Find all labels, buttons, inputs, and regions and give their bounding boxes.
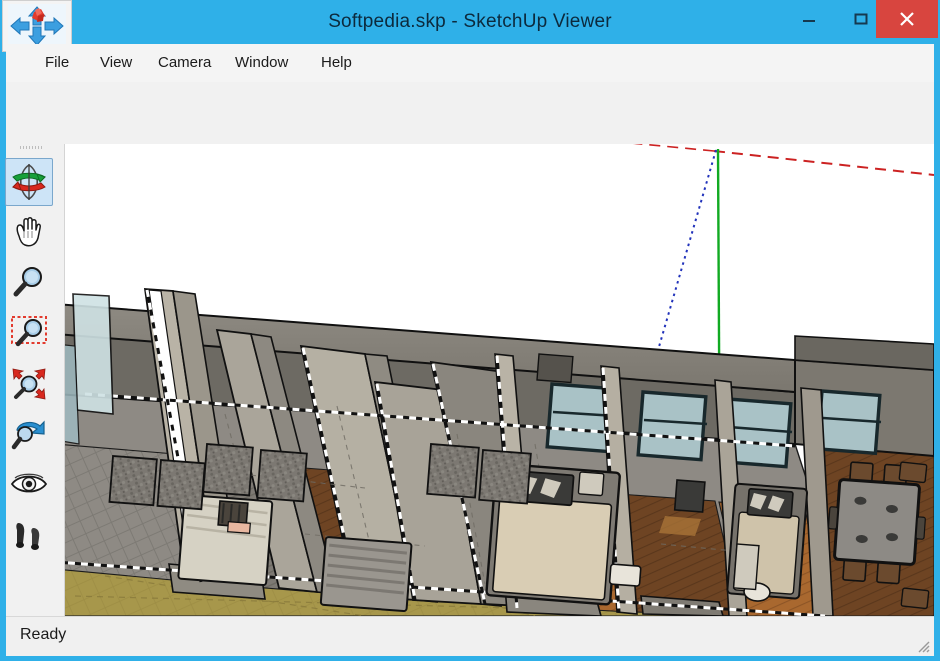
zoom-icon <box>13 267 42 297</box>
status-message: Ready <box>20 626 67 643</box>
position-camera-button[interactable] <box>5 460 53 508</box>
left-toolbar-grip[interactable] <box>20 146 44 149</box>
orbit-icon <box>12 164 46 200</box>
pan-button[interactable] <box>5 208 53 256</box>
minimize-button[interactable] <box>786 0 832 38</box>
status-bar: Ready <box>6 616 934 656</box>
model-render <box>65 144 934 616</box>
minimize-icon <box>803 20 815 22</box>
menu-item-view[interactable]: View <box>91 50 141 76</box>
main-toolbar: SOFTPEDIA www.softpedia.com <box>6 82 934 223</box>
close-button[interactable] <box>876 0 938 38</box>
previous-view-icon <box>11 420 45 450</box>
zoom-window-button[interactable] <box>5 308 53 356</box>
window-frame: Softpedia.skp - SketchUp Viewer File Vie… <box>0 0 940 661</box>
menu-bar: File View Camera Window Help <box>6 44 934 83</box>
zoom-window-icon <box>11 316 47 347</box>
position-camera-icon <box>10 473 48 493</box>
menu-item-file[interactable]: File <box>36 50 78 76</box>
walk-icon <box>16 523 40 550</box>
pan-hand-icon <box>16 217 41 247</box>
menu-item-camera[interactable]: Camera <box>149 50 220 76</box>
maximize-icon <box>854 13 868 25</box>
menu-item-help[interactable]: Help <box>312 50 361 76</box>
walk-button[interactable] <box>5 512 53 560</box>
model-viewport[interactable] <box>65 144 934 616</box>
close-icon <box>900 12 914 26</box>
zoom-button[interactable] <box>5 258 53 306</box>
previous-view-button[interactable] <box>5 410 53 458</box>
zoom-extents-button[interactable] <box>5 360 53 408</box>
zoom-extents-icon <box>12 368 46 400</box>
title-bar: Softpedia.skp - SketchUp Viewer <box>0 0 940 52</box>
sketchup-move-tool-icon <box>8 4 66 48</box>
resize-grip-icon[interactable] <box>914 637 930 653</box>
orbit-button[interactable] <box>5 158 53 206</box>
menu-item-window[interactable]: Window <box>226 50 297 76</box>
